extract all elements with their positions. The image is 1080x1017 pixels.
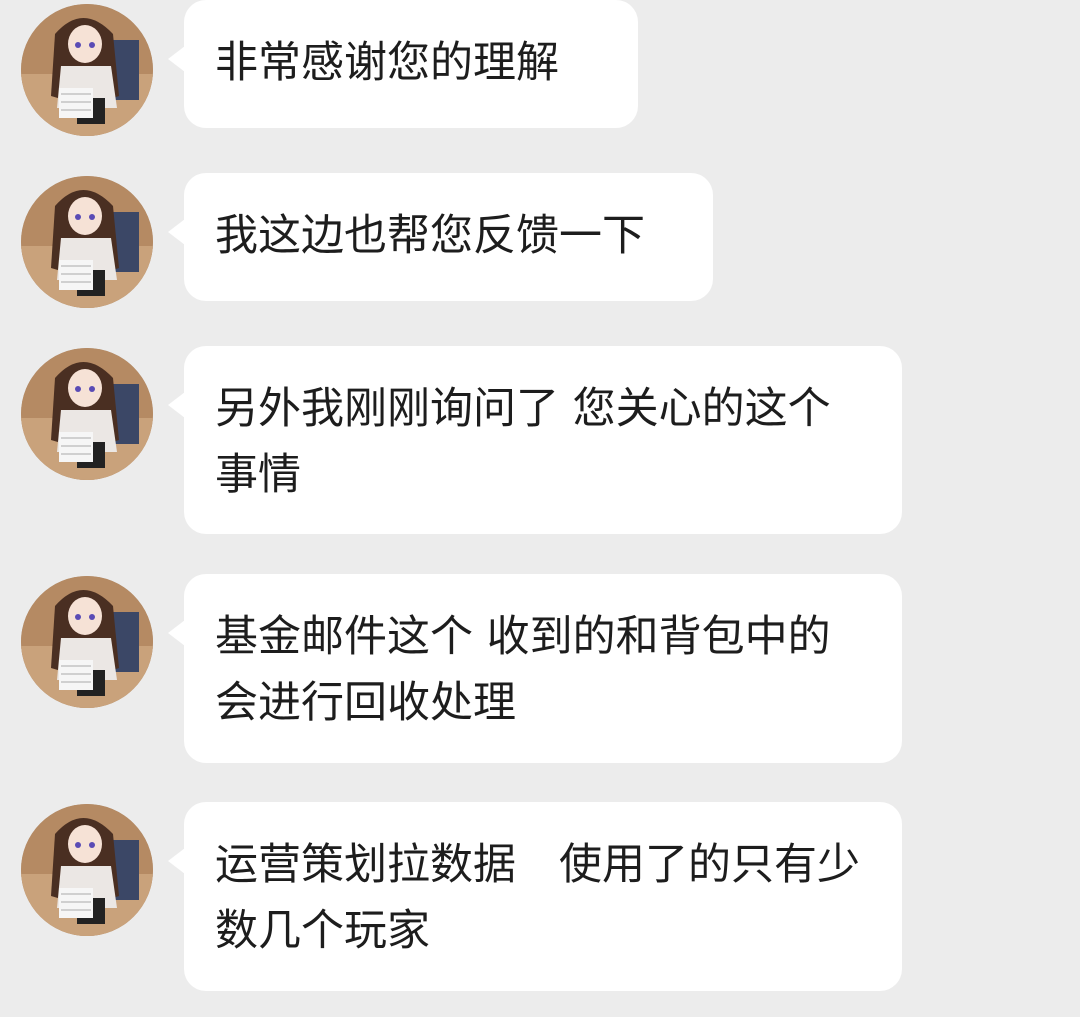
avatar[interactable] <box>21 4 153 136</box>
anime-girl-avatar-icon <box>21 576 153 708</box>
avatar[interactable] <box>21 348 153 480</box>
avatar[interactable] <box>21 176 153 308</box>
anime-girl-avatar-icon <box>21 176 153 308</box>
anime-girl-avatar-icon <box>21 348 153 480</box>
message-bubble[interactable]: 另外我刚刚询问了 您关心的这个事情 <box>168 346 902 534</box>
message-bubble[interactable]: 基金邮件这个 收到的和背包中的会进行回收处理 <box>168 574 902 763</box>
message-bubble[interactable]: 运营策划拉数据 使用了的只有少数几个玩家 <box>168 802 902 991</box>
avatar[interactable] <box>21 804 153 936</box>
avatar[interactable] <box>21 576 153 708</box>
anime-girl-avatar-icon <box>21 4 153 136</box>
anime-girl-avatar-icon <box>21 804 153 936</box>
message-bubble[interactable]: 我这边也帮您反馈一下 <box>168 173 713 301</box>
message-bubble[interactable]: 非常感谢您的理解 <box>168 0 638 128</box>
